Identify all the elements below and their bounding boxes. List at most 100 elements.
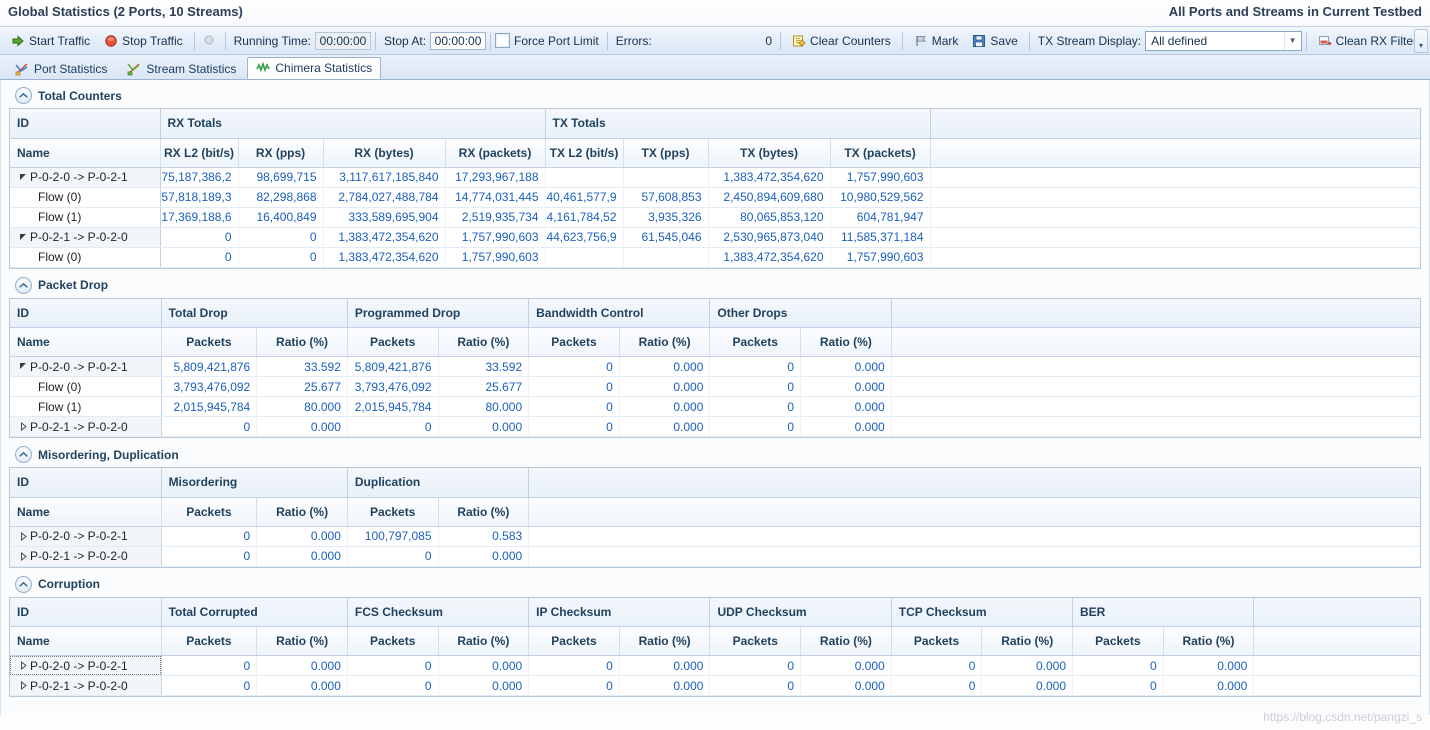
cell-value[interactable]: 2,519,935,734 bbox=[445, 207, 546, 228]
cell-value[interactable]: 0.000 bbox=[800, 675, 892, 696]
column-header-ratio[interactable]: Ratio (%) bbox=[800, 327, 892, 357]
tab-port-statistics[interactable]: Port Statistics bbox=[6, 58, 116, 79]
cell-value[interactable]: 0.000 bbox=[256, 546, 348, 567]
cell-value[interactable]: 0.000 bbox=[619, 655, 711, 676]
cell-value[interactable]: 0 bbox=[347, 546, 439, 567]
cell-value[interactable]: 17,369,188,6 bbox=[160, 207, 239, 228]
cell-value[interactable]: 14,774,031,445 bbox=[445, 187, 546, 208]
column-header-rx-bytes[interactable]: RX (bytes) bbox=[323, 138, 446, 168]
table-row[interactable]: P-0-2-1 -> P-0-2-0 0 0.000 0 0.000 0 0.000 0 0.0… bbox=[10, 675, 1420, 696]
cell-value[interactable]: 0.000 bbox=[619, 675, 711, 696]
cell-value[interactable]: 0.000 bbox=[256, 416, 348, 437]
table-row[interactable]: P-0-2-0 -> P-0-2-1 5,809,421,876 33.592 5,8… bbox=[10, 356, 1420, 377]
cell-value[interactable]: 0 bbox=[161, 546, 258, 567]
stop-at-input[interactable]: 00:00:00 bbox=[430, 31, 487, 50]
cell-value[interactable]: 10,980,529,562 bbox=[830, 187, 931, 208]
column-header-packets[interactable]: Packets bbox=[161, 497, 258, 527]
cell-value[interactable]: 0 bbox=[528, 396, 620, 417]
column-header-ratio[interactable]: Ratio (%) bbox=[438, 497, 530, 527]
cell-value[interactable]: 3,793,476,092 bbox=[161, 376, 258, 397]
cell-value[interactable]: 0 bbox=[709, 675, 802, 696]
cell-value[interactable]: 57,818,189,3 bbox=[160, 187, 239, 208]
column-header-rx-packets[interactable]: RX (packets) bbox=[445, 138, 546, 168]
column-header-packets[interactable]: Packets bbox=[891, 626, 983, 656]
table-row[interactable]: P-0-2-1 -> P-0-2-0 0 0.000 0 0.000 bbox=[10, 546, 1420, 567]
cell-value[interactable]: 75,187,386,2 bbox=[160, 167, 239, 188]
cell-value[interactable]: 0 bbox=[891, 655, 983, 676]
cell-value[interactable]: 0 bbox=[347, 675, 439, 696]
cell-value[interactable]: 80,065,853,120 bbox=[708, 207, 831, 228]
column-header-packets[interactable]: Packets bbox=[347, 327, 439, 357]
column-header-name[interactable]: Name bbox=[10, 626, 162, 656]
cell-value[interactable]: 98,699,715 bbox=[238, 167, 324, 188]
table-row[interactable]: P-0-2-0 -> P-0-2-1 75,187,386,2 98,699,715… bbox=[10, 167, 1421, 188]
tree-collapsed-icon[interactable] bbox=[16, 551, 30, 561]
group-header-misordering[interactable]: Misordering bbox=[161, 468, 348, 498]
cell-value[interactable]: 0 bbox=[528, 675, 620, 696]
column-header-ratio[interactable]: Ratio (%) bbox=[1163, 626, 1255, 656]
row-name-cell[interactable]: P-0-2-0 -> P-0-2-1 bbox=[10, 167, 161, 188]
tree-expanded-icon[interactable] bbox=[16, 362, 30, 371]
stop-traffic-button[interactable]: Stop Traffic bbox=[97, 29, 189, 53]
tree-collapsed-icon[interactable] bbox=[16, 422, 30, 431]
cell-value[interactable]: 0 bbox=[160, 227, 239, 248]
toolbar-overflow-button[interactable]: ▾ bbox=[1414, 29, 1428, 53]
cell-value[interactable]: 4,161,784,52 bbox=[545, 207, 624, 228]
cell-value[interactable] bbox=[545, 167, 624, 188]
table-row[interactable]: P-0-2-0 -> P-0-2-1 0 0.000 100,797,085 0.583 bbox=[10, 526, 1420, 547]
cell-value[interactable]: 0 bbox=[528, 356, 620, 377]
column-header-blank[interactable] bbox=[528, 497, 1420, 527]
tree-collapsed-icon[interactable] bbox=[16, 681, 30, 690]
force-port-limit-checkbox[interactable] bbox=[495, 33, 511, 48]
cell-value[interactable]: 0 bbox=[528, 376, 620, 397]
row-name-cell[interactable]: Flow (0) bbox=[10, 376, 162, 397]
cell-value[interactable]: 1,757,990,603 bbox=[445, 247, 546, 268]
column-header-ratio[interactable]: Ratio (%) bbox=[256, 626, 348, 656]
column-header-packets[interactable]: Packets bbox=[161, 626, 258, 656]
cell-value[interactable]: 0 bbox=[347, 416, 439, 437]
cell-value[interactable]: 0 bbox=[161, 526, 258, 547]
cell-value[interactable]: 61,545,046 bbox=[623, 227, 709, 248]
cell-value[interactable] bbox=[545, 247, 624, 268]
cell-value[interactable]: 2,784,027,488,784 bbox=[323, 187, 446, 208]
group-header-tx-totals[interactable]: TX Totals bbox=[545, 109, 931, 139]
cell-value[interactable]: 1,757,990,603 bbox=[445, 227, 546, 248]
group-header-udp-checksum[interactable]: UDP Checksum bbox=[709, 597, 892, 627]
cell-value[interactable]: 100,797,085 bbox=[347, 526, 439, 547]
column-header-name[interactable]: Name bbox=[10, 138, 161, 168]
cell-value[interactable]: 0 bbox=[161, 675, 258, 696]
cell-value[interactable]: 57,608,853 bbox=[623, 187, 709, 208]
row-name-cell[interactable]: P-0-2-1 -> P-0-2-0 bbox=[10, 227, 161, 248]
column-header-packets[interactable]: Packets bbox=[528, 327, 620, 357]
cell-value[interactable]: 1,383,472,354,620 bbox=[708, 167, 831, 188]
column-header-tx-l2-bit-s[interactable]: TX L2 (bit/s) bbox=[545, 138, 624, 168]
cell-value[interactable]: 0.000 bbox=[438, 416, 530, 437]
cell-value[interactable]: 0.000 bbox=[619, 416, 711, 437]
column-header-blank[interactable] bbox=[1253, 626, 1420, 656]
tree-collapsed-icon[interactable] bbox=[16, 661, 30, 670]
column-header-tx-packets[interactable]: TX (packets) bbox=[830, 138, 931, 168]
cell-value[interactable]: 3,793,476,092 bbox=[347, 376, 439, 397]
table-row[interactable]: Flow (0) 0 0 1,383,472,354,620 1,757,990,603… bbox=[10, 247, 1421, 268]
row-name-cell[interactable]: P-0-2-1 -> P-0-2-0 bbox=[10, 416, 162, 437]
cell-value[interactable]: 0 bbox=[161, 655, 258, 676]
group-header-id[interactable]: ID bbox=[10, 597, 162, 627]
start-traffic-button[interactable]: Start Traffic bbox=[4, 29, 97, 53]
cell-value[interactable]: 604,781,947 bbox=[830, 207, 931, 228]
group-header-programmed-drop[interactable]: Programmed Drop bbox=[347, 298, 530, 328]
column-header-rx-l2-bit-s[interactable]: RX L2 (bit/s) bbox=[160, 138, 239, 168]
cell-value[interactable]: 0 bbox=[238, 227, 324, 248]
column-header-packets[interactable]: Packets bbox=[161, 327, 258, 357]
group-header-blank[interactable] bbox=[1253, 597, 1420, 627]
cell-value[interactable]: 0.000 bbox=[256, 655, 348, 676]
cell-value[interactable]: 0.000 bbox=[800, 655, 892, 676]
column-header-ratio[interactable]: Ratio (%) bbox=[619, 327, 711, 357]
cell-value[interactable]: 33.592 bbox=[256, 356, 348, 377]
row-name-cell[interactable]: Flow (1) bbox=[10, 207, 161, 228]
cell-value[interactable]: 0.000 bbox=[438, 655, 530, 676]
cell-value[interactable]: 2,530,965,873,040 bbox=[708, 227, 831, 248]
table-row[interactable]: P-0-2-1 -> P-0-2-0 0 0 1,383,472,354,620 1,7… bbox=[10, 227, 1421, 248]
cell-value[interactable]: 0.000 bbox=[981, 655, 1074, 676]
column-header-blank[interactable] bbox=[891, 327, 1420, 357]
group-header-id[interactable]: ID bbox=[10, 298, 162, 328]
